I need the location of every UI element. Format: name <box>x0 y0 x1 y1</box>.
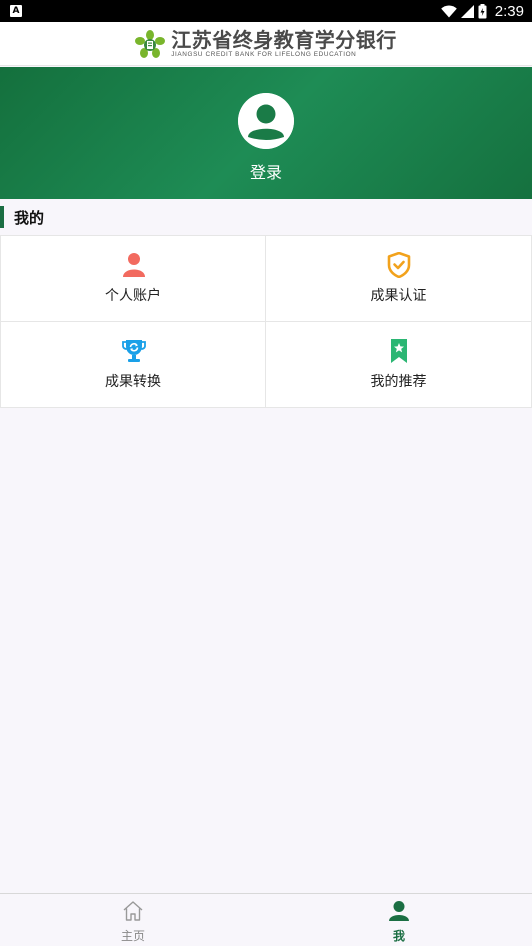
menu-item-label: 个人账户 <box>105 288 161 304</box>
logo-subtitle: JIANGSU CREDIT BANK FOR LIFELONG EDUCATI… <box>171 51 357 58</box>
bottom-tab-bar: 主页 我 <box>0 893 532 946</box>
person-icon <box>389 901 409 921</box>
tab-home[interactable]: 主页 <box>0 894 266 946</box>
bookmark-star-icon <box>391 339 407 363</box>
tab-label: 主页 <box>120 929 145 943</box>
avatar-person-icon <box>238 93 294 149</box>
shield-check-icon <box>387 252 411 278</box>
menu-grid: 个人账户 成果认证 成果转换 我的推荐 <box>0 235 532 408</box>
section-header: 我的 <box>0 199 532 235</box>
app-logo: 江苏省终身教育学分银行 JIANGSU CREDIT BANK FOR LIFE… <box>135 29 397 58</box>
tab-me[interactable]: 我 <box>266 894 532 946</box>
status-bar: A 2:39 <box>0 0 532 22</box>
status-time: 2:39 <box>494 2 524 20</box>
tab-label: 我 <box>392 929 405 943</box>
logo-title: 江苏省终身教育学分银行 <box>171 28 397 52</box>
profile-banner: 登录 <box>0 67 532 199</box>
logo-emblem-icon <box>135 29 166 58</box>
menu-item-achievement-conversion[interactable]: 成果转换 <box>0 322 266 408</box>
menu-item-label: 成果转换 <box>105 374 161 390</box>
menu-item-label: 成果认证 <box>370 288 427 304</box>
app-header: 江苏省终身教育学分银行 JIANGSU CREDIT BANK FOR LIFE… <box>0 22 532 66</box>
menu-item-label: 我的推荐 <box>370 374 427 390</box>
wifi-icon <box>440 4 457 17</box>
avatar[interactable] <box>238 93 294 149</box>
trophy-refresh-icon <box>122 340 146 362</box>
menu-item-personal-account[interactable]: 个人账户 <box>0 236 266 322</box>
home-icon <box>123 901 143 921</box>
section-title: 我的 <box>14 209 45 227</box>
menu-item-achievement-certification[interactable]: 成果认证 <box>266 236 532 322</box>
login-button[interactable]: 登录 <box>0 159 532 183</box>
signal-icon <box>460 4 474 18</box>
person-icon <box>123 253 145 277</box>
section-accent-bar <box>0 206 4 228</box>
menu-item-my-recommendations[interactable]: 我的推荐 <box>266 322 532 408</box>
battery-icon <box>478 3 487 18</box>
app-notification-icon: A <box>10 5 22 17</box>
status-icons: 2:39 <box>440 0 524 22</box>
